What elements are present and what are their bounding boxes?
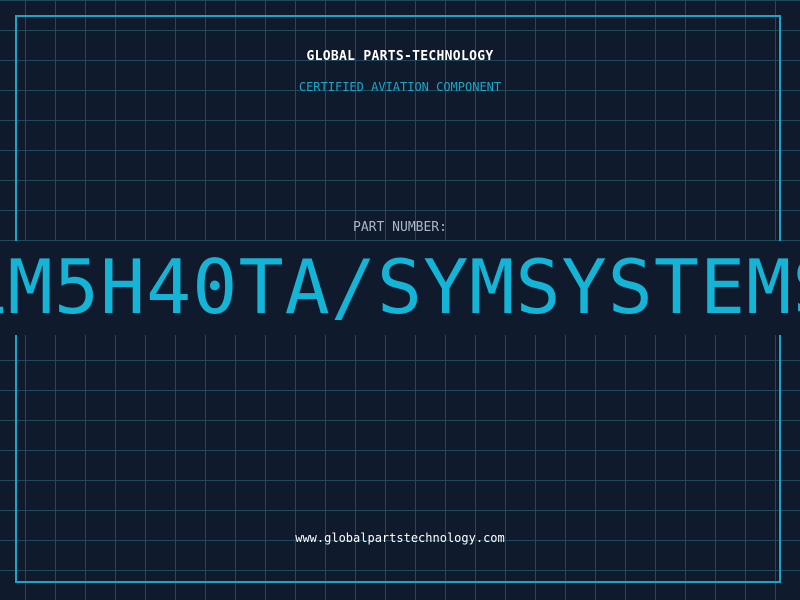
company-title: GLOBAL PARTS-TECHNOLOGY (306, 49, 494, 64)
part-number-value: LM5H40TA/SYMSYSTEMS (0, 243, 800, 331)
part-card: GLOBAL PARTS-TECHNOLOGY CERTIFIED AVIATI… (0, 0, 800, 600)
part-number-label: PART NUMBER: (353, 220, 447, 235)
certification-subtitle: CERTIFIED AVIATION COMPONENT (298, 80, 502, 94)
part-number-band: LM5H40TA/SYMSYSTEMS (0, 241, 800, 335)
website-url: www.globalpartstechnology.com (295, 531, 505, 545)
